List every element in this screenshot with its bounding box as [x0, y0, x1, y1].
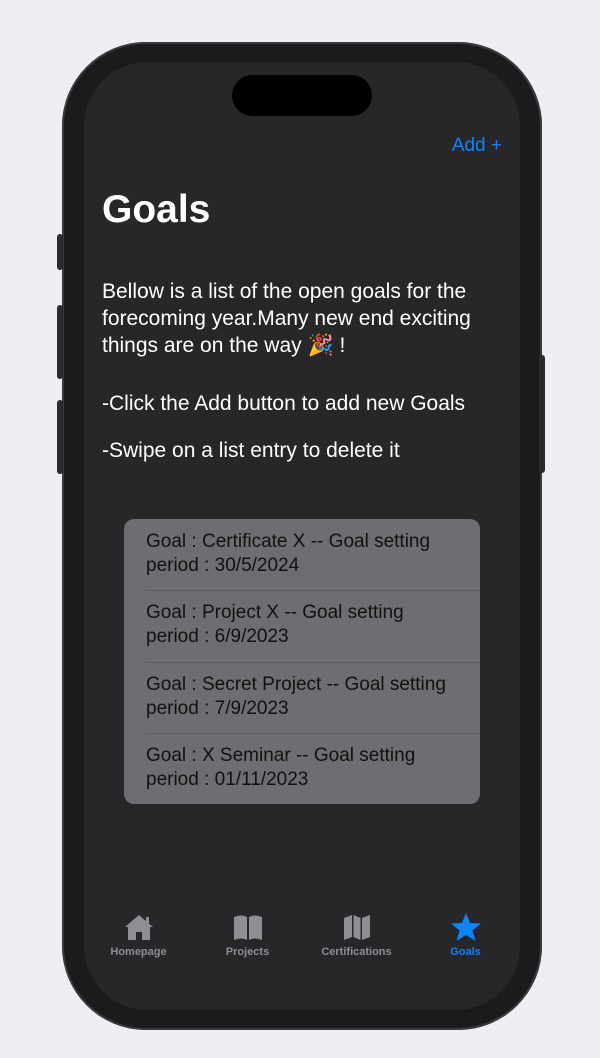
tab-homepage[interactable]: Homepage: [84, 912, 193, 972]
tab-label: Homepage: [110, 946, 167, 958]
tab-label: Goals: [450, 946, 481, 958]
goal-title: Goal : Certificate X -- Goal setting: [146, 531, 431, 552]
volume-down-button: [57, 400, 63, 474]
goal-title: Goal : Project X -- Goal setting: [146, 602, 404, 624]
goal-list-item[interactable]: Goal : Secret Project -- Goal setting pe…: [124, 661, 480, 733]
tab-projects[interactable]: Projects: [193, 912, 302, 972]
goal-list-item[interactable]: Goal : X Seminar -- Goal setting period …: [124, 732, 480, 804]
map-icon: [343, 915, 370, 940]
goal-title: Goal : Secret Project -- Goal setting: [146, 673, 446, 695]
goal-list: Goal : Certificate X -- Goal setting per…: [124, 519, 480, 804]
house-icon: [124, 915, 153, 940]
app-screen: Add + Goals Bellow is a list of the open…: [84, 62, 520, 1010]
goal-list-item[interactable]: Goal : Project X -- Goal setting period …: [124, 590, 480, 661]
goal-period: period : 6/9/2023: [146, 626, 289, 648]
page-title: Goals: [102, 188, 211, 231]
goal-list-item[interactable]: Goal : Certificate X -- Goal setting per…: [124, 519, 480, 590]
tab-label: Projects: [225, 946, 270, 958]
add-goal-button[interactable]: Add +: [452, 135, 502, 157]
tab-label: Certifications: [321, 946, 392, 958]
tab-goals[interactable]: Goals: [411, 912, 520, 972]
silent-switch: [57, 234, 63, 270]
volume-up-button: [57, 305, 63, 379]
intro-text: Bellow is a list of the open goals for t…: [102, 278, 502, 359]
hint-add: -Click the Add button to add new Goals: [102, 392, 466, 415]
power-button: [539, 355, 545, 473]
star-icon: [450, 913, 481, 941]
goal-period: period : 7/9/2023: [146, 697, 289, 719]
intro-paragraph: Bellow is a list of the open goals for t…: [102, 280, 471, 357]
dynamic-island: [232, 75, 372, 116]
hint-swipe: -Swipe on a list entry to delete it: [102, 439, 400, 462]
book-icon: [233, 915, 262, 940]
goal-period: period : 30/5/2024: [146, 555, 300, 576]
tab-certifications[interactable]: Certifications: [302, 912, 411, 972]
goal-title: Goal : X Seminar -- Goal setting: [146, 744, 416, 766]
tab-bar: Homepage Projects Certifications Goals: [84, 912, 520, 972]
goal-period: period : 01/11/2023: [146, 768, 309, 790]
